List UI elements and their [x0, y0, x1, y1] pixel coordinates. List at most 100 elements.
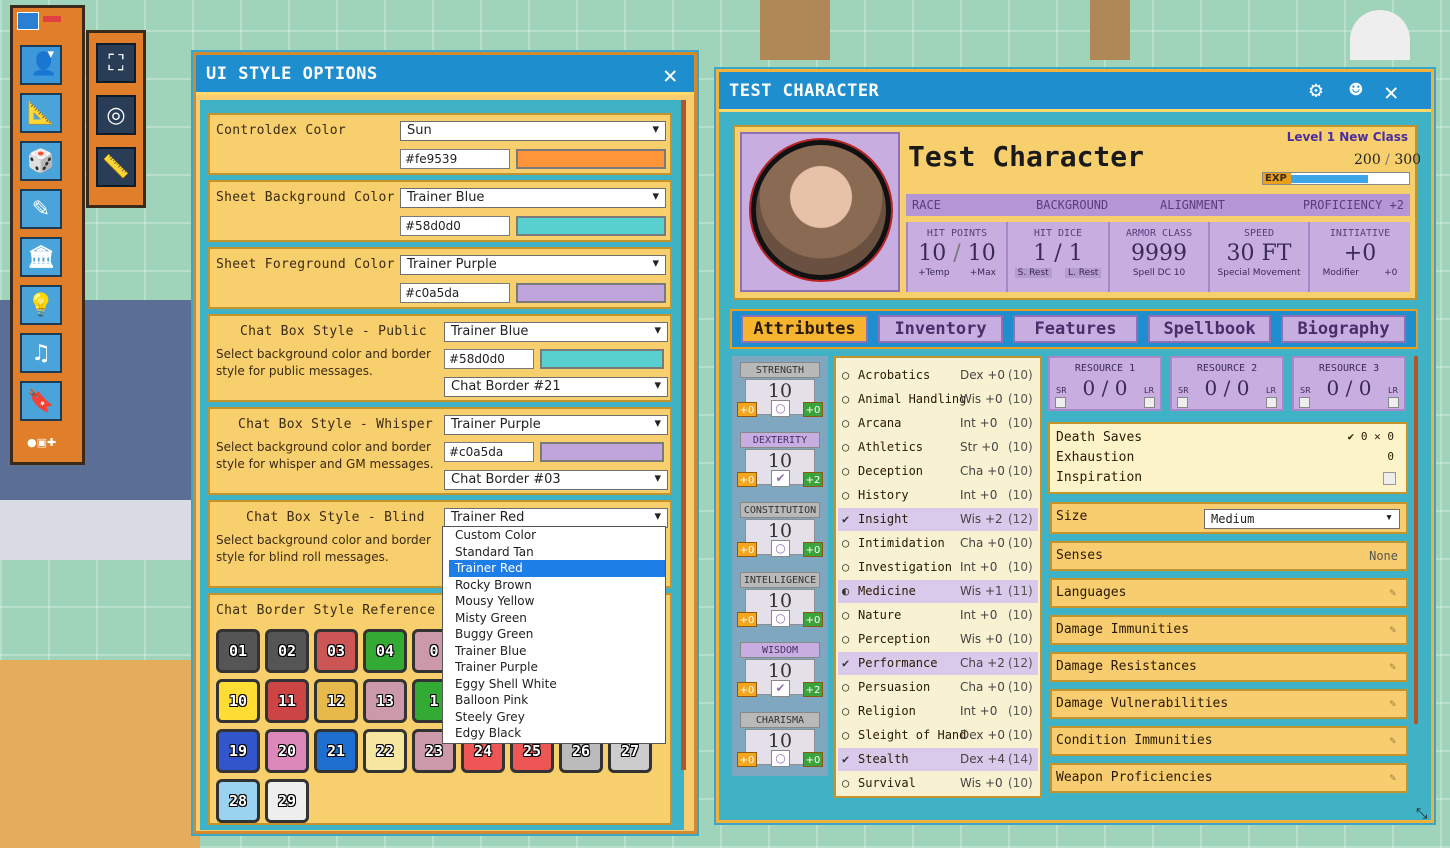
property-row[interactable]: Languages ✎: [1050, 578, 1408, 608]
edit-icon[interactable]: ✎: [1389, 654, 1396, 680]
music-icon[interactable]: ♫: [20, 333, 62, 373]
chat-public-hex-input[interactable]: #58d0d0: [444, 349, 534, 369]
skill-proficiency-icon[interactable]: ○: [842, 364, 849, 387]
controldex-swatch[interactable]: [516, 149, 666, 169]
dropdown-option[interactable]: Custom Color: [449, 527, 665, 544]
tab-biography[interactable]: Biography: [1281, 315, 1406, 343]
sheet-fg-swatch[interactable]: [516, 283, 666, 303]
sheet-bg-swatch[interactable]: [516, 216, 666, 236]
skill-row[interactable]: Religion ○ Int +0 (10): [838, 700, 1038, 723]
dropdown-option[interactable]: Edgy Black: [449, 725, 665, 742]
exhaustion-value[interactable]: 0: [1387, 450, 1394, 463]
armor-class-box[interactable]: ARMOR CLASS 9999 Spell DC 10: [1108, 222, 1208, 292]
long-rest-checkbox[interactable]: [1144, 397, 1155, 408]
resource-box[interactable]: RESOURCE 10 / 0 SR LR: [1048, 356, 1162, 411]
controldex-hex-input[interactable]: #fe9539: [400, 149, 510, 169]
skill-proficiency-icon[interactable]: ○: [842, 628, 849, 651]
skill-proficiency-icon[interactable]: ○: [842, 700, 849, 723]
saving-throw-modifier[interactable]: +2: [803, 472, 823, 487]
temp-hp[interactable]: +Temp: [918, 268, 950, 278]
save-proficiency-toggle[interactable]: ○: [771, 610, 790, 627]
skill-row[interactable]: History ○ Int +0 (10): [838, 484, 1038, 507]
chat-blind-select[interactable]: Trainer Red: [444, 508, 668, 528]
gear-icon[interactable]: ⚙: [1309, 78, 1323, 103]
hit-points-box[interactable]: HIT POINTS 10 / 10 +Temp +Max: [906, 222, 1006, 292]
dropdown-option[interactable]: Trainer Blue: [449, 643, 665, 660]
saving-throw-modifier[interactable]: +0: [803, 612, 823, 627]
short-rest-checkbox[interactable]: [1177, 397, 1188, 408]
dropdown-option[interactable]: Standard Tan: [449, 544, 665, 561]
tab-spellbook[interactable]: Spellbook: [1148, 315, 1271, 343]
save-proficiency-toggle[interactable]: ○: [771, 400, 790, 417]
chat-whisper-select[interactable]: Trainer Purple: [444, 415, 668, 435]
hp-current[interactable]: 10: [918, 241, 946, 266]
window-icon[interactable]: [17, 12, 39, 30]
skill-proficiency-icon[interactable]: ○: [842, 412, 849, 435]
property-row[interactable]: Weapon Proficiencies ✎: [1050, 763, 1408, 793]
skill-row[interactable]: Survival ○ Wis +0 (10): [838, 772, 1038, 795]
resource-box[interactable]: RESOURCE 20 / 0 SR LR: [1170, 356, 1284, 411]
short-rest-button[interactable]: S. Rest: [1014, 268, 1052, 278]
skill-row[interactable]: Deception ○ Cha +0 (10): [838, 460, 1038, 483]
saving-throw-modifier[interactable]: +2: [803, 682, 823, 697]
user-icon[interactable]: ☻: [1349, 78, 1363, 103]
edit-icon[interactable]: ✎: [1389, 691, 1396, 717]
property-row[interactable]: Damage Vulnerabilities ✎: [1050, 689, 1408, 719]
hp-max[interactable]: 10: [968, 241, 996, 266]
short-rest-checkbox[interactable]: [1299, 397, 1310, 408]
skill-proficiency-icon[interactable]: ○: [842, 772, 849, 795]
dice-icon[interactable]: 🎲: [20, 141, 62, 181]
ruler-measure-icon[interactable]: 📐: [20, 93, 62, 133]
ability-modifier[interactable]: +0: [737, 752, 757, 767]
chat-whisper-swatch[interactable]: [540, 442, 664, 462]
dropdown-option[interactable]: Balloon Pink: [449, 692, 665, 709]
skill-proficiency-icon[interactable]: ○: [842, 532, 849, 555]
size-select[interactable]: Medium: [1204, 509, 1400, 529]
dropdown-option[interactable]: Mousy Yellow: [449, 593, 665, 610]
close-icon[interactable]: ✕: [663, 61, 678, 89]
fullscreen-icon[interactable]: ⛶: [96, 43, 136, 83]
tab-features[interactable]: Features: [1013, 315, 1138, 343]
long-rest-checkbox[interactable]: [1388, 397, 1399, 408]
save-proficiency-toggle[interactable]: ✔: [771, 470, 790, 487]
death-saves-counter[interactable]: ✔ 0 ✕ 0: [1348, 430, 1394, 443]
ability-modifier[interactable]: +0: [737, 682, 757, 697]
skill-proficiency-icon[interactable]: ✔: [842, 748, 849, 771]
dropdown-option[interactable]: Misty Green: [449, 610, 665, 627]
race-field[interactable]: RACE: [912, 198, 941, 212]
hit-dice-box[interactable]: HIT DICE 1 / 1 S. Rest L. Rest: [1006, 222, 1108, 292]
skill-proficiency-icon[interactable]: ✔: [842, 652, 849, 675]
inspiration-checkbox[interactable]: [1383, 472, 1396, 485]
target-icon[interactable]: ◎: [96, 95, 136, 135]
skill-proficiency-icon[interactable]: ○: [842, 388, 849, 411]
sheet-bg-hex-input[interactable]: #58d0d0: [400, 216, 510, 236]
initiative-mod[interactable]: +0: [1384, 268, 1397, 278]
chat-whisper-border-select[interactable]: Chat Border #03: [444, 470, 668, 490]
skill-row[interactable]: Perception ○ Wis +0 (10): [838, 628, 1038, 651]
skill-proficiency-icon[interactable]: ○: [842, 460, 849, 483]
resource-box[interactable]: RESOURCE 30 / 0 SR LR: [1292, 356, 1406, 411]
tab-inventory[interactable]: Inventory: [878, 315, 1003, 343]
skill-row[interactable]: Nature ○ Int +0 (10): [838, 604, 1038, 627]
dropdown-option[interactable]: Trainer Purple: [449, 659, 665, 676]
skill-row[interactable]: Athletics ○ Str +0 (10): [838, 436, 1038, 459]
skill-row[interactable]: Sleight of Hand ○ Dex +0 (10): [838, 724, 1038, 747]
skill-proficiency-icon[interactable]: ○: [842, 436, 849, 459]
saving-throw-modifier[interactable]: +0: [803, 752, 823, 767]
skill-row[interactable]: Stealth ✔ Dex +4 (14): [838, 748, 1038, 771]
skill-row[interactable]: Intimidation ○ Cha +0 (10): [838, 532, 1038, 555]
measure-icon[interactable]: 📏: [96, 147, 136, 187]
skill-proficiency-icon[interactable]: ○: [842, 724, 849, 747]
skill-proficiency-icon[interactable]: ✔: [842, 508, 849, 531]
property-row[interactable]: Condition Immunities ✎: [1050, 726, 1408, 756]
chat-whisper-hex-input[interactable]: #c0a5da: [444, 442, 534, 462]
background-field[interactable]: BACKGROUND: [1036, 198, 1108, 212]
sheet-scrollbar[interactable]: [1414, 356, 1418, 724]
property-row[interactable]: Damage Immunities ✎: [1050, 615, 1408, 645]
edit-icon[interactable]: ✎: [1389, 765, 1396, 791]
skill-proficiency-icon[interactable]: ○: [842, 676, 849, 699]
edit-icon[interactable]: ✎: [1389, 617, 1396, 643]
long-rest-checkbox[interactable]: [1266, 397, 1277, 408]
resize-handle-icon[interactable]: ⤡: [1416, 806, 1432, 822]
initiative-box[interactable]: INITIATIVE +0 Modifier +0: [1308, 222, 1410, 292]
